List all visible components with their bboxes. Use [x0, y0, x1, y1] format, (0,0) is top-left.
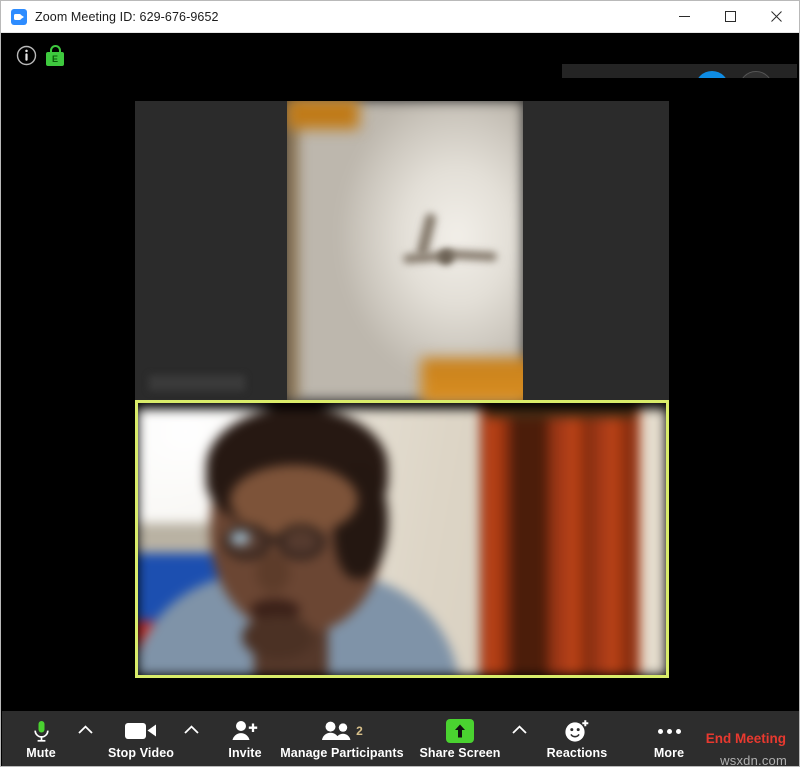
- smiley-plus-icon: [564, 717, 590, 745]
- toolbar-button-mute[interactable]: Mute: [10, 711, 72, 766]
- dot: [675, 728, 681, 734]
- curtain-shadow-region: [512, 403, 546, 675]
- eyeglasses-reflection: [230, 531, 250, 545]
- video-frame-top: [135, 101, 669, 400]
- toolbar-label-mute: Mute: [26, 746, 56, 760]
- meeting-toolbar: Mute Stop Video Invite 2 Manage Particip…: [2, 711, 799, 766]
- ellipsis-icon: [657, 717, 681, 745]
- curtain-rod-region: [486, 409, 636, 418]
- wood-panel-top-region: [287, 101, 359, 129]
- meeting-header-bar: E 00:00:17: [2, 33, 799, 111]
- wall-right-region: [636, 403, 666, 675]
- toolbar-button-more[interactable]: More: [638, 711, 700, 766]
- toolbar-label-stop-video: Stop Video: [107, 746, 175, 760]
- zoom-camera-icon: [11, 8, 27, 25]
- door-edge-region: [285, 101, 299, 400]
- window-title-bar: Zoom Meeting ID: 629-676-9652: [1, 1, 799, 33]
- wall-region: [287, 101, 523, 400]
- end-meeting-button[interactable]: End Meeting: [706, 711, 786, 746]
- people-icon: 2: [321, 717, 363, 745]
- dot: [666, 728, 672, 734]
- toolbar-button-reactions[interactable]: Reactions: [540, 711, 614, 766]
- share-options-chevron-up-icon[interactable]: [506, 711, 532, 766]
- participant-count-badge: 2: [356, 724, 363, 738]
- minimize-icon[interactable]: [661, 1, 707, 32]
- microphone-icon: [33, 717, 50, 745]
- zoom-meeting-window: Zoom Meeting ID: 629-676-9652 E Mute Sto…: [0, 0, 800, 767]
- video-stage: [2, 78, 799, 713]
- person-chin-region: [242, 615, 314, 659]
- fan-hub-region: [438, 249, 454, 265]
- toolbar-button-stop-video[interactable]: Stop Video: [104, 711, 178, 766]
- site-watermark: wsxdn.com: [720, 753, 787, 767]
- video-frame-bottom: [138, 403, 666, 675]
- share-up-arrow-icon: [446, 717, 474, 745]
- participant-video-bottom[interactable]: [135, 400, 669, 678]
- window-controls: [661, 1, 799, 33]
- toolbar-button-share-screen[interactable]: Share Screen: [414, 711, 506, 766]
- maximize-icon[interactable]: [707, 1, 753, 32]
- green-lock-icon[interactable]: E: [46, 45, 64, 66]
- toolbar-button-invite[interactable]: Invite: [214, 711, 276, 766]
- toolbar-label-more: More: [653, 746, 685, 760]
- person-add-icon: [231, 717, 259, 745]
- eyeglasses-right-lens: [278, 525, 324, 559]
- person-nose-region: [256, 553, 290, 593]
- lock-encryption-letter: E: [51, 54, 58, 64]
- toolbar-label-manage-participants: Manage Participants: [280, 746, 404, 760]
- toolbar-label-invite: Invite: [228, 746, 262, 760]
- letterbox-right: [523, 101, 669, 400]
- toolbar-button-manage-participants[interactable]: 2 Manage Participants: [280, 711, 404, 766]
- dot: [657, 728, 663, 734]
- toolbar-label-share-screen: Share Screen: [419, 746, 501, 760]
- letterbox-left: [135, 101, 287, 400]
- participant-name-label-top: [149, 375, 245, 391]
- video-top-bar-region: [138, 403, 666, 409]
- video-options-chevron-up-icon[interactable]: [178, 711, 204, 766]
- participant-video-top[interactable]: [135, 101, 669, 400]
- curtain-region: [480, 403, 640, 675]
- video-camera-icon: [125, 717, 157, 745]
- info-icon[interactable]: [16, 45, 37, 66]
- audio-options-chevron-up-icon[interactable]: [72, 711, 98, 766]
- eyeglasses-bridge: [269, 537, 281, 541]
- toolbar-label-reactions: Reactions: [546, 746, 608, 760]
- close-icon[interactable]: [753, 1, 799, 32]
- share-green-box: [446, 719, 474, 743]
- window-title: Zoom Meeting ID: 629-676-9652: [35, 9, 219, 24]
